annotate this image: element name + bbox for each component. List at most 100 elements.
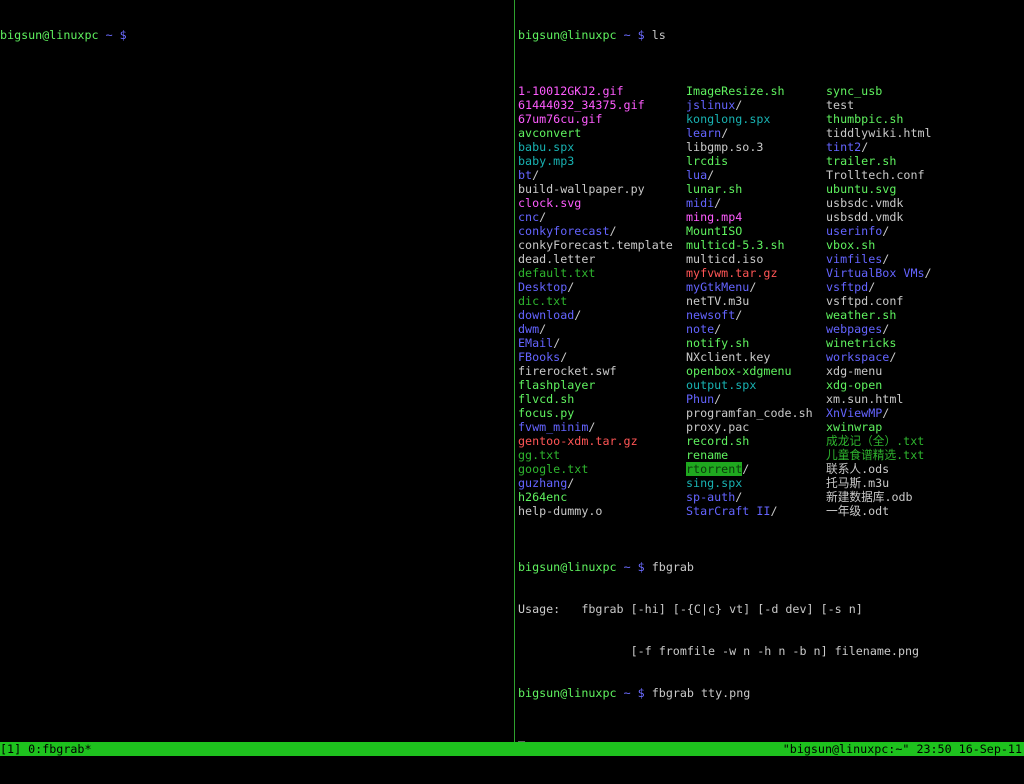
usage-line-2: [-f fromfile -w n -h n -b n] filename.pn…: [518, 644, 920, 658]
ls-entry-name: myGtkMenu: [686, 280, 750, 294]
ls-entry: sp-auth/: [686, 490, 813, 504]
ls-entry-name: ming.mp4: [686, 210, 743, 224]
ls-entry-name: vimfiles: [826, 252, 883, 266]
directory-slash: /: [721, 126, 729, 140]
ls-entry-name: thumbpic.sh: [826, 112, 904, 126]
ls-column-3: sync_usb test thumbpic.sh tiddlywiki.html ti…: [826, 84, 932, 518]
pane-divider[interactable]: [514, 0, 515, 742]
ls-entry-name: netTV.m3u: [686, 294, 750, 308]
status-window-list[interactable]: [1] 0:fbgrab*: [0, 742, 91, 756]
right-terminal-pane[interactable]: bigsun@linuxpc ~ $ ls 1-10012GKJ2.gif 614…: [518, 0, 1024, 742]
directory-slash: /: [868, 280, 876, 294]
ls-entry-name: baby.mp3: [518, 154, 575, 168]
ls-entry: workspace/: [826, 350, 932, 364]
directory-slash: /: [539, 210, 547, 224]
ls-entry: ubuntu.svg: [826, 182, 932, 196]
ls-entry-name: google.txt: [518, 462, 589, 476]
prompt-user: bigsun@linuxpc: [518, 686, 617, 700]
ls-entry: focus.py: [518, 406, 673, 420]
ls-entry: winetricks: [826, 336, 932, 350]
ls-entry-name: 新建数据库.odb: [826, 490, 913, 504]
prompt-dollar: $: [637, 560, 645, 574]
ls-entry-name: 联系人.ods: [826, 462, 890, 476]
directory-slash: /: [735, 308, 743, 322]
ls-entry: lunar.sh: [686, 182, 813, 196]
ls-entry: sync_usb: [826, 84, 932, 98]
ls-entry-name: dic.txt: [518, 294, 568, 308]
ls-entry: trailer.sh: [826, 154, 932, 168]
ls-entry-name: help-dummy.o: [518, 504, 603, 518]
command-fbgrab-png: fbgrab tty.png: [651, 686, 751, 700]
ls-entry-name: default.txt: [518, 266, 596, 280]
prompt-user: bigsun@linuxpc: [518, 28, 617, 42]
ls-entry: MountISO: [686, 224, 813, 238]
ls-entry: NXclient.key: [686, 350, 813, 364]
ls-entry: openbox-xdgmenu: [686, 364, 813, 378]
ls-entry-name: lunar.sh: [686, 182, 743, 196]
directory-slash: /: [539, 322, 547, 336]
ls-entry: flvcd.sh: [518, 392, 673, 406]
ls-entry-name: 67um76cu.gif: [518, 112, 603, 126]
ls-entry: StarCraft II/: [686, 504, 813, 518]
directory-slash: /: [735, 490, 743, 504]
ls-entry-name: fvwm_minim: [518, 420, 589, 434]
ls-entry-name: usbsdd.vmdk: [826, 210, 904, 224]
ls-entry-name: ubuntu.svg: [826, 182, 897, 196]
ls-entry-name: Phun: [686, 392, 715, 406]
ls-entry: xwinwrap: [826, 420, 932, 434]
prompt-user: bigsun@linuxpc: [0, 28, 99, 42]
prompt-tilde: ~: [623, 28, 631, 42]
ls-entry: lrcdis: [686, 154, 813, 168]
ls-entry: dic.txt: [518, 294, 673, 308]
ls-entry-name: trailer.sh: [826, 154, 897, 168]
ls-entry: XnViewMP/: [826, 406, 932, 420]
ls-entry-name: StarCraft II: [686, 504, 771, 518]
prompt-dollar: $: [119, 28, 127, 42]
ls-entry-name: avconvert: [518, 126, 582, 140]
prompt-dollar: $: [637, 28, 645, 42]
ls-output: 1-10012GKJ2.gif 61444032_34375.gif 67um76c…: [518, 84, 1024, 518]
ls-entry-name: lua: [686, 168, 708, 182]
text-cursor: _: [518, 728, 526, 742]
directory-slash: /: [560, 350, 568, 364]
ls-entry-name: programfan_code.sh: [686, 406, 813, 420]
ls-entry: conkyforecast/: [518, 224, 673, 238]
ls-entry-name: rtorrent: [686, 462, 743, 476]
ls-entry-name: weather.sh: [826, 308, 897, 322]
ls-entry-name: EMail: [518, 336, 554, 350]
cursor-line[interactable]: _: [518, 728, 1024, 742]
fbgrab-prompt-line: bigsun@linuxpc ~ $ fbgrab: [518, 560, 1024, 574]
ls-entry-name: dwm: [518, 322, 540, 336]
ls-entry: 联系人.ods: [826, 462, 932, 476]
ls-entry: 托马斯.m3u: [826, 476, 932, 490]
ls-entry: clock.svg: [518, 196, 673, 210]
ls-entry-name: NXclient.key: [686, 350, 771, 364]
ls-entry: note/: [686, 322, 813, 336]
ls-entry: FBooks/: [518, 350, 673, 364]
usage-line-1: Usage: fbgrab [-hi] [-{C|c} vt] [-d dev]…: [518, 602, 863, 616]
directory-slash: /: [707, 168, 715, 182]
directory-slash: /: [924, 266, 932, 280]
ls-entry: thumbpic.sh: [826, 112, 932, 126]
ls-entry: 1-10012GKJ2.gif: [518, 84, 673, 98]
ls-column-1: 1-10012GKJ2.gif 61444032_34375.gif 67um76c…: [518, 84, 673, 518]
ls-entry: fvwm_minim/: [518, 420, 673, 434]
ls-entry-name: multicd-5.3.sh: [686, 238, 785, 252]
ls-entry-name: FBooks: [518, 350, 561, 364]
ls-entry-name: notify.sh: [686, 336, 750, 350]
ls-entry-name: MountISO: [686, 224, 743, 238]
ls-entry-name: test: [826, 98, 855, 112]
ls-entry: flashplayer: [518, 378, 673, 392]
ls-entry: bt/: [518, 168, 673, 182]
ls-entry-name: 儿童食谱精选.txt: [826, 448, 925, 462]
ls-entry: 67um76cu.gif: [518, 112, 673, 126]
directory-slash: /: [882, 252, 890, 266]
command-ls: ls: [651, 28, 666, 42]
left-terminal-pane[interactable]: bigsun@linuxpc ~ $: [0, 0, 514, 742]
ls-entry: xdg-menu: [826, 364, 932, 378]
ls-entry-name: vbox.sh: [826, 238, 876, 252]
ls-entry: babu.spx: [518, 140, 673, 154]
ls-entry-name: 托马斯.m3u: [826, 476, 890, 490]
ls-entry: rename: [686, 448, 813, 462]
ls-entry: avconvert: [518, 126, 673, 140]
